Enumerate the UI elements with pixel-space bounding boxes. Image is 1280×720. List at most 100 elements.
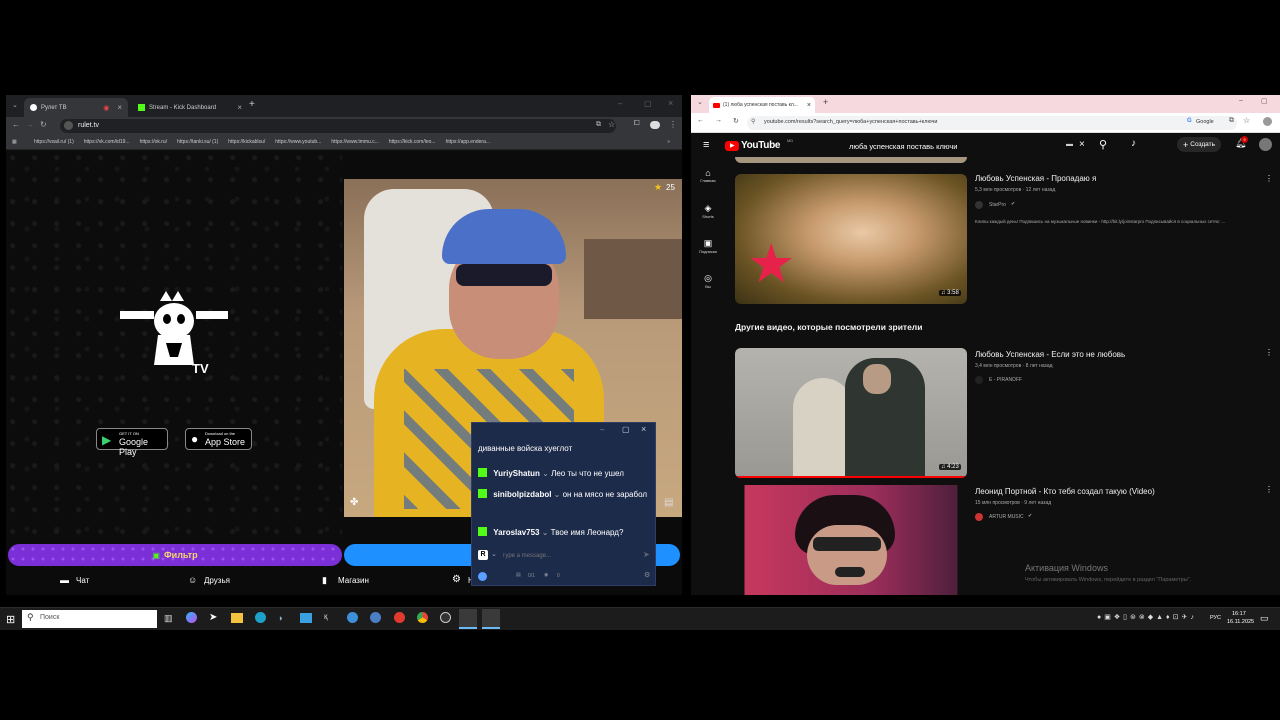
install-icon[interactable]: ⧉ (596, 121, 601, 129)
new-tab-button[interactable]: + (249, 99, 255, 110)
nav-chat[interactable]: Чат (76, 576, 89, 585)
yt-sidebar-subscriptions[interactable]: ▣ Подписки (695, 238, 721, 262)
send-icon[interactable]: ➤ (643, 550, 650, 559)
keyboard-icon[interactable]: ▬ (1066, 141, 1073, 148)
edge-icon[interactable] (255, 612, 266, 623)
close-icon[interactable]: × (117, 103, 122, 112)
bookmark-item[interactable]: https://www.youtub... (275, 139, 321, 145)
maximize-icon[interactable]: ▢ (644, 99, 652, 108)
clock-time[interactable]: 16:17 (1232, 611, 1246, 617)
tab-youtube[interactable]: (1) люба успенская поставь кл... × (709, 97, 815, 113)
profile-icon[interactable] (650, 121, 660, 129)
menu-dots-icon[interactable]: ⋮ (669, 120, 677, 129)
minimize-icon[interactable]: – (618, 99, 622, 108)
forward-icon[interactable]: → (26, 120, 34, 129)
bookmark-star-icon[interactable]: ☆ (1243, 116, 1250, 125)
maximize-icon[interactable]: ▢ (1261, 97, 1268, 105)
clock-date[interactable]: 16.11.2025 (1227, 619, 1254, 625)
popup-minimize-icon[interactable]: – (600, 425, 604, 434)
video-title[interactable]: Любовь Успенская - Пропадаю я (975, 174, 1096, 183)
video-result[interactable]: Леонид Портной - Кто тебя создал такую (… (735, 485, 1275, 595)
windows-start-icon[interactable]: ⊞ (6, 613, 15, 626)
bookmark-item[interactable]: https://vsail.ru/ (1) (34, 139, 74, 145)
channel-name[interactable]: StarPro (989, 202, 1006, 208)
app-icon[interactable]: қ (324, 612, 328, 621)
site-info-icon[interactable] (64, 121, 73, 130)
video-result[interactable]: ★ ♫ 3:58 Любовь Успенская - Пропадаю я 5… (735, 174, 1275, 304)
video-thumbnail[interactable] (735, 485, 967, 595)
more-actions-icon[interactable]: ⋮ (1265, 485, 1273, 494)
active-app-icon[interactable] (482, 609, 500, 629)
obs-icon[interactable] (440, 612, 451, 623)
clear-search-icon[interactable]: × (1079, 139, 1085, 150)
right-address-field[interactable]: ⚲ youtube.com/results?search_query=люба+… (747, 116, 1237, 130)
bookmarks-overflow-icon[interactable]: » (667, 139, 670, 145)
language-indicator[interactable]: РУС (1210, 615, 1221, 621)
reload-icon[interactable]: ↻ (733, 117, 739, 125)
video-thumbnail[interactable]: ★ ♫ 3:58 (735, 174, 967, 304)
taskbar-search[interactable]: ⚲ Поиск (22, 610, 157, 628)
bookmark-item[interactable]: https://kickablsu/ (228, 139, 265, 145)
site-info-icon[interactable]: ⚲ (751, 118, 755, 125)
video-title[interactable]: Леонид Портной - Кто тебя создал такую (… (975, 487, 1155, 496)
channel-name[interactable]: ARTUR MUSIC (989, 514, 1024, 520)
bookmark-item[interactable]: https://vk.com/id19... (84, 139, 130, 145)
left-address-field[interactable]: rulet.tv ⧉ ☆ (60, 119, 616, 133)
tab-menu-icon[interactable]: ⌄ (697, 98, 703, 106)
nav-shop[interactable]: Магазин (338, 576, 369, 585)
google-play-button[interactable]: ▶ GET IT ON Google Play (96, 428, 168, 457)
search-query-text[interactable]: люба успенская поставь ключи (849, 142, 957, 151)
more-actions-icon[interactable]: ⋮ (1265, 174, 1273, 183)
popup-maximize-icon[interactable]: ▢ (622, 425, 630, 434)
tab-menu-icon[interactable]: ⌄ (12, 101, 18, 109)
chat-username[interactable]: YuriyShatun (493, 469, 540, 478)
gear-icon[interactable]: ⚙ (644, 571, 650, 579)
chrome-icon[interactable] (417, 612, 428, 623)
filter-button[interactable]: ▣ Фильтр (8, 544, 342, 566)
active-app-icon[interactable] (459, 609, 477, 629)
gift-icon[interactable]: ▤ (664, 497, 673, 508)
yt-sidebar-shorts[interactable]: ◈ Shorts (695, 203, 721, 227)
tab-kick-dashboard[interactable]: Stream - Kick Dashboard × (132, 98, 248, 117)
video-title[interactable]: Любовь Успенская - Если это не любовь (975, 350, 1125, 359)
tab-rulet[interactable]: Рулет ТВ ◉ × (24, 98, 128, 117)
task-view-icon[interactable]: ▥ (164, 613, 173, 624)
bookmark-star-icon[interactable]: ☆ (608, 120, 615, 129)
chat-input[interactable] (502, 550, 632, 561)
bookmark-item[interactable]: https://ok.ru/ (140, 139, 168, 145)
popup-close-icon[interactable]: × (641, 424, 646, 434)
video-result[interactable]: ♫ 4:23 Любовь Успенская - Если это не лю… (735, 348, 1275, 478)
copilot-icon[interactable] (186, 612, 197, 623)
create-button[interactable]: + Создать (1177, 137, 1221, 152)
arrow-app-icon[interactable]: ➤ (209, 612, 217, 623)
more-actions-icon[interactable]: ⋮ (1265, 348, 1273, 357)
bookmark-item[interactable]: https://kick.com/leo... (389, 139, 436, 145)
window-close-icon[interactable]: × (668, 98, 673, 108)
new-tab-button[interactable]: + (823, 97, 828, 107)
back-icon[interactable]: ← (12, 120, 20, 129)
steam-icon[interactable]: ◗ (278, 613, 283, 623)
chevron-down-icon[interactable]: ⌄ (491, 550, 497, 558)
nav-friends[interactable]: Друзья (204, 576, 230, 585)
chat-username[interactable]: Yaroslav753 (493, 528, 539, 537)
hamburger-menu-icon[interactable]: ≡ (703, 139, 709, 151)
notifications-icon[interactable]: ▭ (1260, 613, 1269, 624)
video-thumbnail[interactable]: ♫ 4:23 (735, 348, 967, 478)
tray-icons[interactable]: ●▣❖▯⊛⊗◆▲♦⊡✈♪ (1097, 613, 1197, 621)
forward-icon[interactable]: → (715, 117, 722, 124)
install-icon[interactable]: ⧉ (1229, 117, 1234, 125)
back-icon[interactable]: ← (697, 117, 704, 124)
reload-icon[interactable]: ↻ (40, 120, 47, 129)
close-icon[interactable]: × (237, 103, 242, 112)
chat-app-icon[interactable] (300, 613, 312, 623)
avatar[interactable]: R (478, 550, 488, 560)
record-icon[interactable] (394, 612, 405, 623)
bookmark-item[interactable]: https://www.tmmu.c... (331, 139, 379, 145)
yt-sidebar-home[interactable]: ⌂ Главная (695, 168, 721, 192)
minimize-icon[interactable]: – (1239, 97, 1243, 104)
bookmark-item[interactable]: https://tanki.su/ (1) (177, 139, 218, 145)
app-store-button[interactable]: ● Download on the App Store (185, 428, 252, 450)
browser-icon[interactable] (347, 612, 358, 623)
yt-sidebar-you[interactable]: ◎ Вы (695, 273, 721, 297)
explorer-icon[interactable] (231, 613, 243, 623)
